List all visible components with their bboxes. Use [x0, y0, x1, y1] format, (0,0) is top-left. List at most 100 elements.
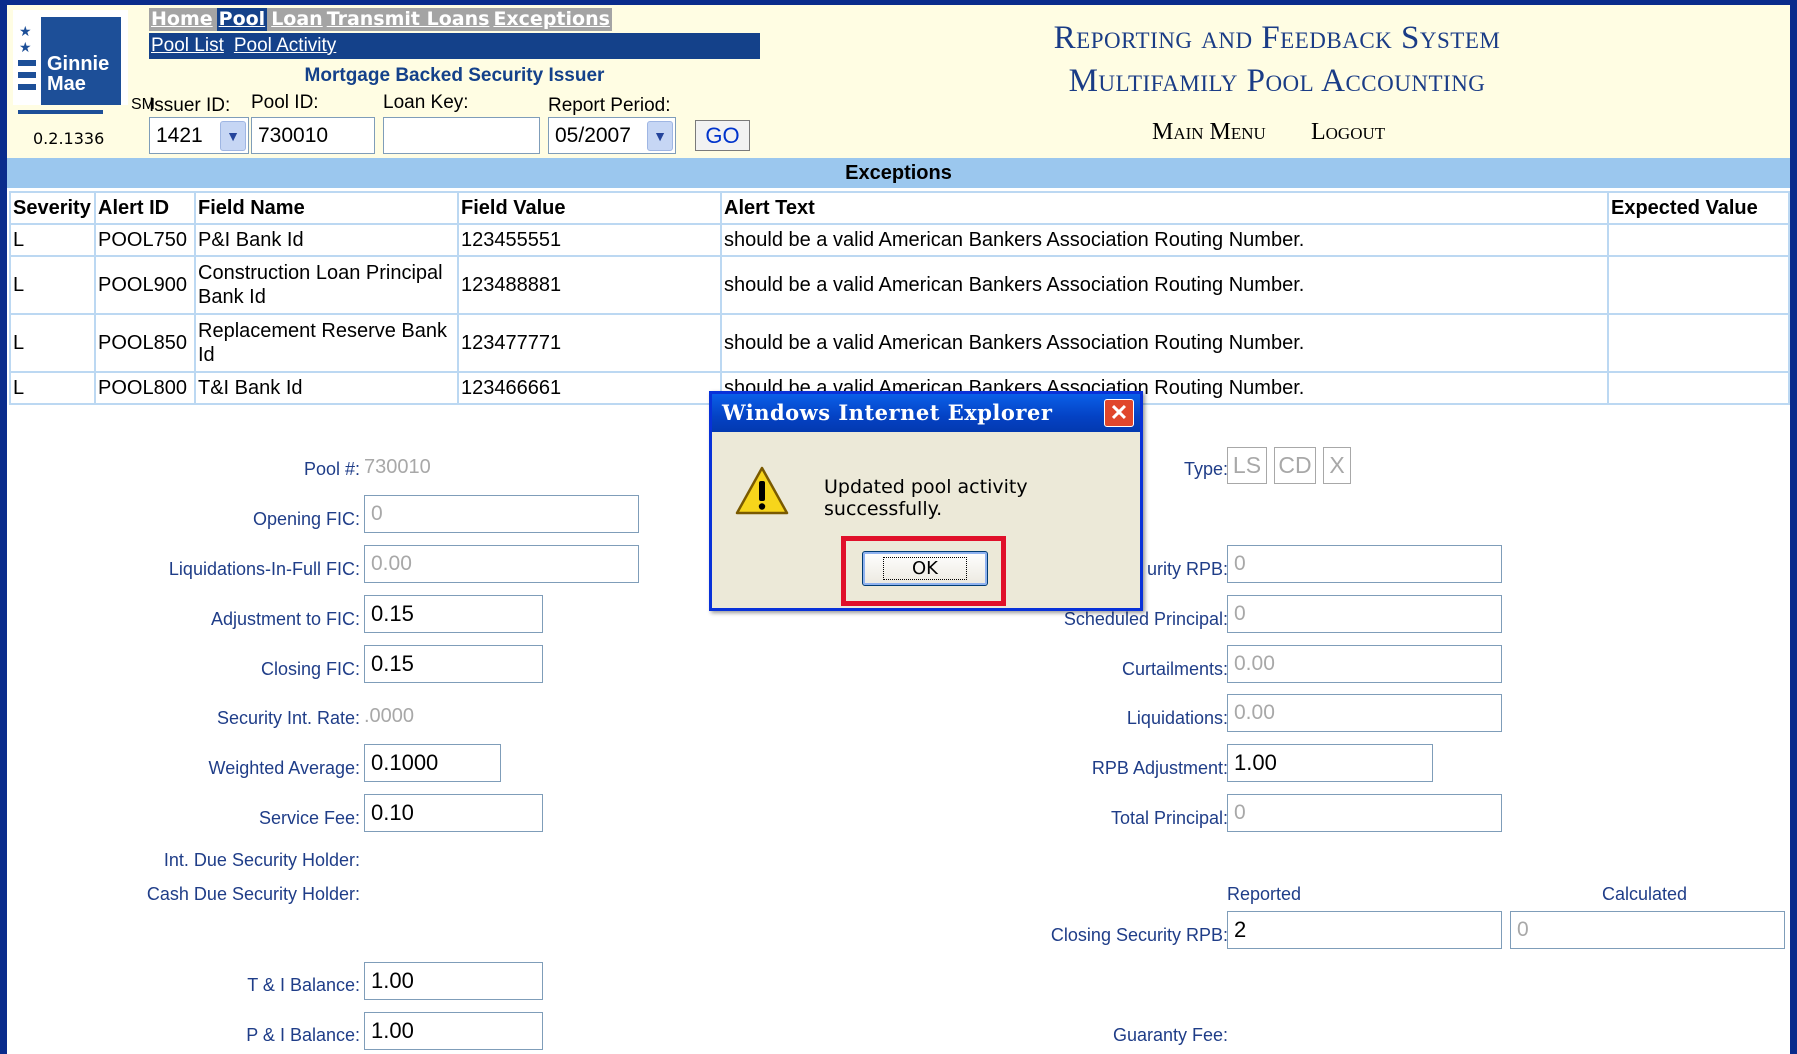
- scheduled-principal-label: Scheduled Principal:: [1063, 609, 1228, 629]
- total-principal-label: Total Principal:: [1110, 808, 1228, 828]
- pi-balance-label: P & I Balance:: [246, 1025, 360, 1045]
- opening-fic-input[interactable]: 0: [364, 495, 639, 533]
- dialog-message: Updated pool activity successfully.: [824, 476, 1028, 520]
- cell-field-value: 123477771: [457, 313, 722, 373]
- liquidations-label: Liquidations:: [1126, 708, 1228, 728]
- type-cd-option[interactable]: CD: [1274, 447, 1316, 484]
- curtailments-input[interactable]: 0.00: [1227, 645, 1502, 683]
- go-button[interactable]: GO: [695, 120, 750, 151]
- security-int-rate-value: .0000: [364, 705, 415, 727]
- pool-num-label: Pool #:: [303, 459, 360, 479]
- type-x-option[interactable]: X: [1323, 447, 1351, 484]
- curtailments-label: Curtailments:: [1121, 659, 1228, 679]
- cell-field-value: 123488881: [457, 255, 722, 315]
- col-alert-text: Alert Text: [720, 191, 1609, 225]
- closing-rpb-reported-input[interactable]: 2: [1227, 911, 1502, 949]
- liquidations-input[interactable]: 0.00: [1227, 694, 1502, 732]
- issuer-id-select[interactable]: 1421 ▼: [149, 117, 249, 154]
- nav-transmit-loans[interactable]: Transmit Loans: [327, 8, 490, 31]
- cell-field-value: 123466661: [457, 371, 722, 405]
- sub-nav: Pool List Pool Activity: [149, 33, 760, 59]
- chevron-down-icon[interactable]: ▼: [220, 121, 246, 151]
- subnav-pool-list[interactable]: Pool List: [151, 33, 224, 59]
- liq-in-full-fic-input[interactable]: 0.00: [364, 545, 639, 583]
- nav-loan[interactable]: Loan: [271, 8, 323, 31]
- ok-button-label: OK: [883, 557, 967, 580]
- logo-underline: [18, 110, 103, 114]
- star-icon: ★: [19, 23, 32, 39]
- logo-text: Ginnie Mae: [47, 53, 110, 95]
- cell-severity: L: [9, 223, 96, 257]
- scheduled-principal-input[interactable]: 0: [1227, 595, 1502, 633]
- nav-exceptions[interactable]: Exceptions: [493, 8, 609, 31]
- loan-key-input[interactable]: [383, 117, 540, 154]
- cell-alert-id: POOL900: [94, 255, 196, 315]
- report-period-select[interactable]: 05/2007 ▼: [548, 117, 676, 154]
- report-period-label: Report Period:: [548, 95, 671, 116]
- col-expected-value: Expected Value: [1607, 191, 1790, 225]
- cell-expected-value: [1607, 255, 1790, 315]
- dialog-title: Windows Internet Explorer: [722, 400, 1053, 425]
- opening-fic-label: Opening FIC:: [252, 509, 360, 529]
- nav-pool[interactable]: Pool: [216, 8, 268, 31]
- type-label: Type:: [1183, 459, 1228, 479]
- dialog-titlebar[interactable]: Windows Internet Explorer ✕: [712, 394, 1140, 432]
- guaranty-fee-label: Guaranty Fee:: [1112, 1025, 1228, 1045]
- pool-id-input[interactable]: 730010: [251, 117, 375, 154]
- ti-balance-input[interactable]: 1.00: [364, 962, 543, 1000]
- closing-rpb-calculated-input[interactable]: 0: [1510, 911, 1785, 949]
- service-fee-input[interactable]: 0.10: [364, 794, 543, 832]
- exceptions-banner: Exceptions: [7, 158, 1790, 188]
- cell-field-value: 123455551: [457, 223, 722, 257]
- weighted-average-input[interactable]: 0.1000: [364, 744, 501, 782]
- nav-home[interactable]: Home: [151, 8, 213, 31]
- warning-icon: [735, 466, 789, 515]
- total-principal-input[interactable]: 0: [1227, 794, 1502, 832]
- cell-expected-value: [1607, 371, 1790, 405]
- col-field-value: Field Value: [457, 191, 722, 225]
- table-row: L POOL750 P&I Bank Id 123455551 should b…: [9, 223, 1790, 257]
- subnav-pool-activity[interactable]: Pool Activity: [234, 33, 336, 59]
- pool-id-label: Pool ID:: [251, 92, 319, 113]
- cell-alert-text: should be a valid American Bankers Assoc…: [720, 313, 1609, 373]
- cell-severity: L: [9, 371, 96, 405]
- type-ls-option[interactable]: LS: [1227, 447, 1267, 484]
- table-row: L POOL900 Construction Loan Principal Ba…: [9, 255, 1790, 315]
- ginnie-mae-logo: ★ ★ Ginnie Mae: [13, 10, 128, 114]
- page-frame: ★ ★ Ginnie Mae SM 0.2.1336 Home Pool Loa…: [7, 5, 1790, 1054]
- weighted-average-label: Weighted Average:: [208, 758, 360, 778]
- main-menu-link[interactable]: Main Menu: [1152, 119, 1266, 146]
- cell-field-name: Construction Loan Principal Bank Id: [194, 255, 459, 315]
- col-alert-id: Alert ID: [94, 191, 196, 225]
- chevron-down-icon[interactable]: ▼: [647, 121, 673, 151]
- ok-button[interactable]: OK: [862, 551, 988, 586]
- cell-alert-text: should be a valid American Bankers Assoc…: [720, 255, 1609, 315]
- ti-balance-label: T & I Balance:: [247, 975, 360, 995]
- alert-dialog: Windows Internet Explorer ✕ Updated pool…: [709, 391, 1143, 611]
- logout-link[interactable]: Logout: [1311, 119, 1385, 146]
- logo-stripe: [18, 60, 36, 66]
- cell-field-name: T&I Bank Id: [194, 371, 459, 405]
- top-nav: Home Pool Loan Transmit Loans Exceptions: [149, 8, 612, 31]
- logo-stripe: [18, 84, 36, 90]
- adjustment-fic-input[interactable]: 0.15: [364, 595, 543, 633]
- exceptions-table: Severity Alert ID Field Name Field Value…: [9, 191, 1790, 405]
- closing-fic-input[interactable]: 0.15: [364, 645, 543, 683]
- int-due-holder-label: Int. Due Security Holder:: [163, 850, 360, 870]
- col-severity: Severity: [9, 191, 96, 225]
- pi-balance-input[interactable]: 1.00: [364, 1012, 543, 1050]
- logo-stripe: [18, 72, 36, 78]
- rpb-adjustment-input[interactable]: 1.00: [1227, 744, 1433, 782]
- col-field-name: Field Name: [194, 191, 459, 225]
- liq-in-full-fic-label: Liquidations-In-Full FIC:: [168, 559, 360, 579]
- cell-field-name: Replacement Reserve Bank Id: [194, 313, 459, 373]
- cell-severity: L: [9, 313, 96, 373]
- cell-alert-id: POOL850: [94, 313, 196, 373]
- service-fee-label: Service Fee:: [258, 808, 360, 828]
- cell-severity: L: [9, 255, 96, 315]
- loan-key-label: Loan Key:: [383, 92, 469, 113]
- close-icon[interactable]: ✕: [1104, 399, 1134, 427]
- adjustment-fic-label: Adjustment to FIC:: [210, 609, 360, 629]
- table-header-row: Severity Alert ID Field Name Field Value…: [9, 191, 1790, 225]
- opening-security-rpb-input[interactable]: 0: [1227, 545, 1502, 583]
